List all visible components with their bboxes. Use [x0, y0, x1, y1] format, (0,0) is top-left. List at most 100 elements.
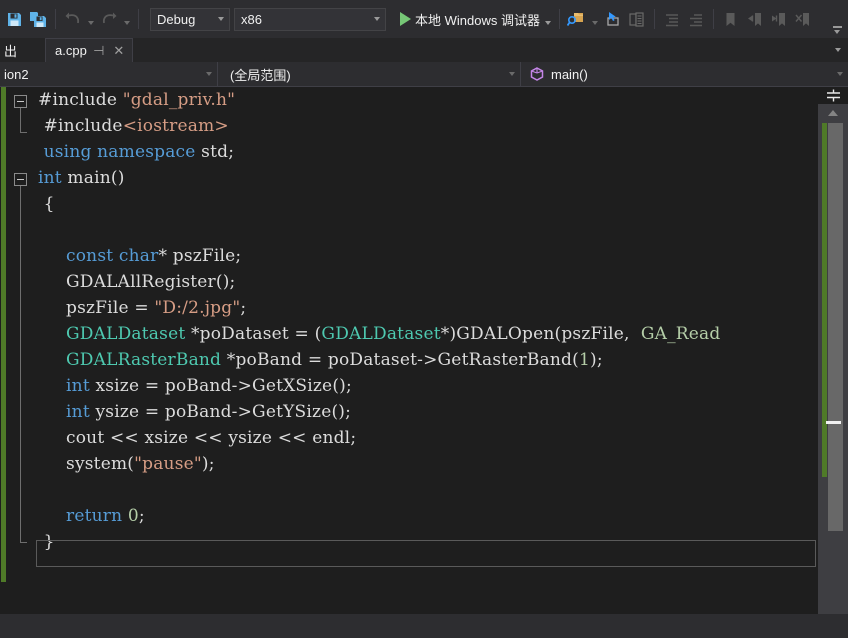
navigation-bar: ion2 (全局范围) main() — [0, 62, 848, 87]
scroll-up-button[interactable] — [818, 105, 848, 121]
undo-icon[interactable] — [61, 6, 85, 32]
code-line[interactable]: GDALDataset *poDataset = (GDALDataset*)G… — [34, 321, 720, 347]
close-icon[interactable]: ✕ — [111, 43, 127, 59]
next-bookmark-icon[interactable] — [767, 6, 791, 32]
code-token: ); — [590, 350, 603, 370]
previous-bookmark-icon[interactable] — [743, 6, 767, 32]
code-token: *poBand = poDataset->GetRasterBand( — [221, 350, 579, 370]
scope-combo[interactable]: (全局范围) — [218, 62, 521, 86]
chevron-down-icon[interactable] — [369, 17, 385, 21]
document-tab-bar: 出 a.cpp ⊣ ✕ — [0, 38, 848, 62]
code-line[interactable]: #include "gdal_priv.h" — [34, 87, 720, 113]
code-line[interactable]: int main() — [34, 165, 720, 191]
code-line[interactable]: system("pause"); — [34, 451, 720, 477]
outdent-icon[interactable] — [684, 6, 708, 32]
start-debugging-button[interactable]: 本地 Windows 调试器 — [394, 6, 542, 32]
project-combo[interactable]: ion2 — [0, 62, 218, 86]
code-line[interactable]: } — [34, 529, 720, 555]
code-line[interactable]: int xsize = poBand->GetXSize(); — [34, 373, 720, 399]
code-line[interactable]: GDALAllRegister(); — [34, 269, 720, 295]
code-token: pszFile = — [38, 298, 155, 318]
chevron-down-icon[interactable] — [832, 72, 848, 76]
main-toolbar: Debug x86 本地 Windows 调试器 — [0, 0, 848, 38]
code-token: cout << xsize << ysize << endl; — [38, 428, 357, 448]
code-line[interactable] — [34, 477, 720, 503]
code-line[interactable]: cout << xsize << ysize << endl; — [34, 425, 720, 451]
chevron-down-icon[interactable] — [504, 72, 520, 76]
start-debugging-dropdown-icon[interactable] — [542, 6, 554, 32]
bookmark-icon[interactable] — [719, 6, 743, 32]
solution-configuration-value: Debug — [157, 11, 196, 27]
code-token: GDALRasterBand — [66, 350, 222, 370]
solution-platform-value: x86 — [241, 11, 262, 27]
vertical-scrollbar[interactable] — [818, 87, 848, 614]
split-view-button[interactable] — [818, 87, 848, 105]
code-token: std; — [195, 142, 235, 162]
solution-configuration-combo[interactable]: Debug — [150, 7, 230, 31]
code-token: ); — [201, 454, 215, 474]
redo-dropdown-icon[interactable] — [121, 6, 133, 32]
tab-a-cpp[interactable]: a.cpp ⊣ ✕ — [45, 38, 133, 62]
outline-bracket-include — [20, 108, 27, 133]
scroll-up-icon — [828, 110, 838, 116]
undo-dropdown-icon[interactable] — [85, 6, 97, 32]
scrollbar-caret-marker — [826, 421, 841, 424]
code-editor[interactable]: #include "gdal_priv.h" #include<iostream… — [0, 87, 848, 614]
code-text-area[interactable]: #include "gdal_priv.h" #include<iostream… — [34, 87, 848, 614]
chevron-down-icon[interactable] — [213, 17, 229, 21]
scrollbar-thumb[interactable] — [828, 123, 843, 531]
redo-icon[interactable] — [97, 6, 121, 32]
tab-title: a.cpp — [55, 43, 87, 58]
find-dropdown-icon[interactable] — [589, 6, 601, 32]
code-line[interactable]: GDALRasterBand *poBand = poDataset->GetR… — [34, 347, 720, 373]
code-line[interactable]: using namespace std; — [34, 139, 720, 165]
code-token: GA_Read — [635, 324, 721, 344]
solution-platform-combo[interactable]: x86 — [234, 7, 386, 31]
code-line[interactable]: const char* pszFile; — [34, 243, 720, 269]
save-icon[interactable] — [2, 6, 26, 32]
code-line[interactable]: int ysize = poBand->GetYSize(); — [34, 399, 720, 425]
pin-icon[interactable]: ⊣ — [91, 43, 107, 59]
indent-icon[interactable] — [660, 6, 684, 32]
bottom-strip — [0, 614, 848, 638]
scrollbar-track[interactable] — [822, 123, 844, 614]
tool-window-label[interactable]: 出 — [0, 38, 21, 62]
collapse-region-include[interactable] — [14, 95, 27, 108]
code-token: GDALAllRegister(); — [38, 272, 236, 292]
chevron-down-icon[interactable] — [201, 72, 217, 76]
toolbar-separator-3 — [558, 9, 560, 29]
code-token: int — [66, 376, 90, 396]
tab-overflow-button[interactable] — [835, 38, 841, 62]
save-all-icon[interactable] — [26, 6, 50, 32]
collapse-region-main[interactable] — [14, 173, 27, 186]
member-value: main() — [551, 66, 588, 82]
method-icon — [529, 66, 545, 82]
code-line[interactable]: pszFile = "D:/2.jpg"; — [34, 295, 720, 321]
outlining-margin[interactable] — [6, 87, 34, 614]
code-token: int — [38, 168, 62, 188]
toolbar-overflow-button[interactable] — [830, 26, 844, 34]
code-line[interactable] — [34, 217, 720, 243]
code-line[interactable]: return 0; — [34, 503, 720, 529]
play-icon — [400, 12, 411, 26]
start-debugging-label: 本地 Windows 调试器 — [415, 12, 540, 28]
code-token: } — [38, 532, 55, 552]
toolbar-separator-2 — [138, 9, 139, 29]
code-token: xsize = poBand->GetXSize(); — [89, 376, 352, 396]
member-combo[interactable]: main() — [521, 62, 848, 86]
code-token: return — [66, 506, 123, 526]
find-in-files-icon[interactable] — [565, 6, 589, 32]
code-token: main() — [61, 168, 125, 188]
code-line[interactable]: { — [34, 191, 720, 217]
compare-icon[interactable] — [625, 6, 649, 32]
navigate-icon[interactable] — [601, 6, 625, 32]
code-token: ; — [240, 298, 247, 318]
clear-bookmarks-icon[interactable] — [791, 6, 815, 32]
scope-value: (全局范围) — [230, 67, 291, 83]
code-line[interactable]: #include<iostream> — [34, 113, 720, 139]
code-token: int — [66, 402, 90, 422]
